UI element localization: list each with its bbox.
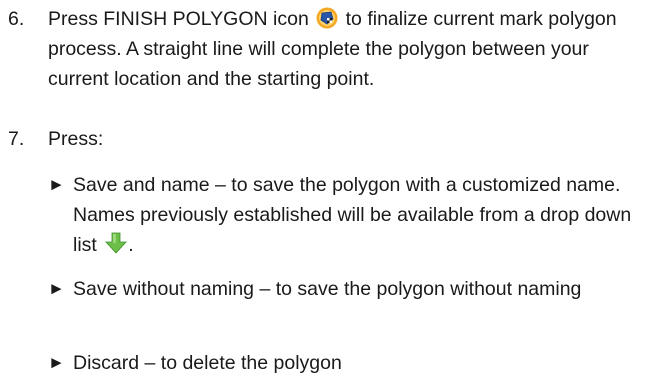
option-save-without-naming: ► Save without naming – to save the poly… — [48, 274, 648, 304]
finish-polygon-icon — [316, 7, 338, 29]
instruction-document: 6. Press FINISH POLYGON icon to finalize… — [0, 0, 656, 383]
step-number: 6. — [8, 8, 25, 30]
option-text-part: . — [128, 234, 134, 256]
option-text-part: Save and name – to save the polygon with… — [73, 174, 632, 256]
step-6: 6. Press FINISH POLYGON icon to finalize… — [8, 4, 648, 94]
option-text: Save and name – to save the polygon with… — [73, 170, 648, 260]
step-text: Press FINISH POLYGON icon to finalize cu… — [48, 4, 648, 94]
bullet-arrow: ► — [48, 175, 65, 194]
option-save-and-name: ► Save and name – to save the polygon wi… — [48, 170, 648, 260]
step-text-part: Press FINISH POLYGON icon — [48, 8, 309, 30]
bullet-arrow: ► — [48, 279, 65, 298]
option-text: Discard – to delete the polygon — [73, 352, 342, 374]
step-7: 7. Press: — [8, 124, 648, 154]
step-text: Press: — [48, 128, 104, 150]
option-text: Save without naming – to save the polygo… — [73, 278, 582, 300]
step-number: 7. — [8, 128, 25, 150]
bullet-arrow: ► — [48, 353, 65, 372]
down-arrow-icon — [104, 232, 128, 254]
option-discard: ► Discard – to delete the polygon — [48, 348, 648, 378]
